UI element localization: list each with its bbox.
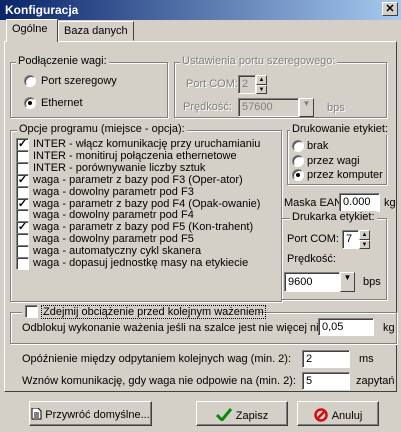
tare-checkbox[interactable] xyxy=(25,305,38,318)
save-button[interactable]: Zapisz xyxy=(196,401,288,426)
tab-label: Baza danych xyxy=(64,25,128,37)
printer-port-field[interactable]: 7 xyxy=(342,230,359,249)
tare-checkbox-label: Zdejmij obciążenie przed kolejnym ważeni… xyxy=(41,305,266,319)
delay-field[interactable]: 2 xyxy=(302,350,350,368)
print-scale-label: przez wagi xyxy=(307,155,360,167)
options-list: ✓ INTER - włącz komunikację przy uruchami… xyxy=(10,138,282,298)
restore-defaults-label: Przywróć domyślne... xyxy=(45,409,150,421)
printer-speed-unit: bps xyxy=(363,276,381,288)
cancel-icon xyxy=(313,408,328,422)
print-scale-radio[interactable] xyxy=(292,155,304,167)
serial-speed-dropdown-icon[interactable]: ▼ xyxy=(299,98,314,117)
printer-speed-select[interactable]: 9600 xyxy=(284,272,340,292)
retry-unit: zapytań xyxy=(356,375,395,387)
connection-group xyxy=(10,62,168,118)
retry-label: Wznów komunikację, gdy waga nie odpowie … xyxy=(22,375,296,387)
serial-port-spin-up[interactable]: ▲ xyxy=(256,75,267,85)
restore-defaults-button[interactable]: Przywróć domyślne... xyxy=(29,401,152,426)
serial-port-field[interactable]: 2 xyxy=(238,75,256,94)
cancel-button[interactable]: Anuluj xyxy=(297,401,379,426)
serial-radio-label: Port szeregowy xyxy=(41,75,117,87)
unlock-unit: kg xyxy=(383,322,395,334)
unlock-field[interactable]: 0,05 xyxy=(318,318,374,336)
serial-port-spin-down[interactable]: ▼ xyxy=(256,85,267,94)
close-button[interactable]: ✕ xyxy=(382,2,398,16)
label-printer-legend: Drukarka etykiet: xyxy=(290,211,377,223)
close-icon: ✕ xyxy=(385,3,395,15)
option-checkbox[interactable] xyxy=(16,257,29,270)
document-icon xyxy=(31,407,42,420)
printer-speed-label: Prędkość: xyxy=(287,253,336,265)
serial-speed-label: Prędkość: xyxy=(183,101,232,113)
print-computer-label: przez komputer xyxy=(307,169,383,181)
checkmark-icon xyxy=(215,408,232,423)
option-label: waga - dopasuj jednostkę masy na etykiec… xyxy=(33,257,249,269)
connection-legend: Podłączenie wagi: xyxy=(16,55,109,67)
ethernet-radio-label: Ethernet xyxy=(41,97,83,109)
cancel-label: Anuluj xyxy=(331,410,363,422)
delay-unit: ms xyxy=(359,353,374,365)
window-title: Konfiguracja xyxy=(5,3,79,17)
delay-label: Opóźnienie między odpytaniem kolejnych w… xyxy=(22,353,292,365)
title-bar: Konfiguracja xyxy=(0,0,401,20)
label-printing-legend: Drukowanie etykiet: xyxy=(290,123,390,135)
printer-port-label: Port COM: xyxy=(287,233,339,245)
printer-port-spin-up[interactable]: ▲ xyxy=(359,230,370,240)
printer-port-spin-down[interactable]: ▼ xyxy=(359,240,370,249)
ean-label: Maska EAN: xyxy=(284,197,346,209)
print-none-radio[interactable] xyxy=(292,140,304,152)
save-label: Zapisz xyxy=(235,410,269,422)
ean-unit: kg xyxy=(384,197,396,209)
ean-field[interactable]: 0.000 xyxy=(339,193,380,212)
tab-baza-danych[interactable]: Baza danych xyxy=(58,21,134,41)
tab-ogolne[interactable]: Ogólne xyxy=(6,19,58,42)
print-none-label: brak xyxy=(307,140,329,152)
serial-speed-select[interactable]: 57600 xyxy=(238,98,299,117)
retry-field[interactable]: 5 xyxy=(302,372,350,390)
serial-settings-legend: Ustawienia portu szeregowego: xyxy=(180,55,338,67)
serial-port-label: Port COM: xyxy=(186,78,238,90)
tab-label: Ogólne xyxy=(12,23,48,35)
serial-speed-unit: bps xyxy=(327,102,345,114)
print-computer-radio[interactable] xyxy=(292,169,304,181)
unlock-label: Odblokuj wykonanie ważenia jeśli na szal… xyxy=(22,322,325,334)
printer-speed-dropdown-icon[interactable]: ▼ xyxy=(340,272,355,292)
ethernet-radio[interactable] xyxy=(24,97,36,109)
options-legend: Opcje programu (miejsce - opcja): xyxy=(17,123,187,135)
serial-radio[interactable] xyxy=(24,75,36,87)
